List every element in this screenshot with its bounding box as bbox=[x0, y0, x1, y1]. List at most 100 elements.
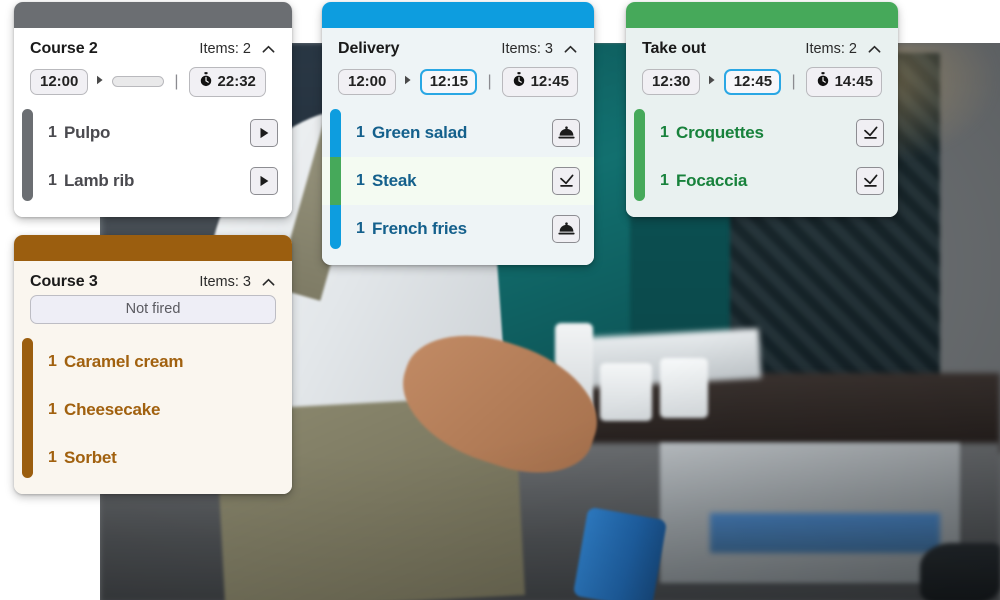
card-title: Take out bbox=[642, 40, 706, 57]
accent-segment bbox=[22, 386, 33, 434]
item-quantity: 1 bbox=[356, 219, 365, 237]
accent-bar bbox=[634, 108, 645, 201]
card-body: Course 3 Items: 3 Not fired 1 Caramel cream 1… bbox=[14, 261, 292, 494]
item-name: Pulpo bbox=[64, 122, 111, 142]
card-title: Delivery bbox=[338, 40, 400, 57]
ticket-card-delivery[interactable]: Delivery Items: 3 12:00 12:15 | 12:45 1 Green s… bbox=[322, 2, 594, 265]
item-name: Caramel cream bbox=[64, 352, 184, 371]
item-name: Green salad bbox=[372, 122, 468, 142]
countdown-timer-value: 14:45 bbox=[834, 72, 873, 90]
item-name: Sorbet bbox=[64, 448, 117, 467]
target-time-chip[interactable]: 12:45 bbox=[723, 68, 782, 96]
card-color-bar bbox=[14, 235, 292, 261]
card-body: Take out Items: 2 12:30 12:45 | 14:45 1 Croquet… bbox=[626, 28, 898, 217]
ticket-card-course-3[interactable]: Course 3 Items: 3 Not fired 1 Caramel cream 1… bbox=[14, 235, 292, 494]
item-name: French fries bbox=[372, 218, 467, 238]
divider: | bbox=[791, 72, 796, 90]
item-row[interactable]: 1 Focaccia bbox=[626, 157, 898, 205]
divider: | bbox=[487, 72, 492, 90]
cloche-icon bbox=[557, 126, 575, 140]
item-action-button[interactable] bbox=[552, 214, 580, 243]
items-list: 1 Croquettes 1 Focaccia bbox=[626, 108, 898, 205]
chevron-up-icon[interactable] bbox=[867, 42, 882, 57]
item-action-button[interactable] bbox=[552, 118, 580, 147]
check-served-icon bbox=[862, 126, 879, 140]
ticket-card-take-out[interactable]: Take out Items: 2 12:30 12:45 | 14:45 1 Croquet… bbox=[626, 2, 898, 217]
accent-bar bbox=[22, 108, 33, 201]
card-header: Course 3 Items: 3 bbox=[14, 261, 292, 291]
countdown-timer-value: 22:32 bbox=[217, 72, 256, 90]
accent-segment bbox=[22, 108, 33, 157]
stopwatch-icon bbox=[816, 72, 830, 91]
card-title: Course 3 bbox=[30, 273, 98, 290]
item-name: Focaccia bbox=[676, 170, 748, 190]
divider: | bbox=[174, 72, 179, 90]
item-quantity: 1 bbox=[356, 123, 365, 141]
accent-segment bbox=[22, 156, 33, 201]
items-list: 1 Green salad 1 Steak 1 French fries bbox=[322, 108, 594, 253]
accent-segment bbox=[330, 204, 341, 249]
countdown-timer-chip[interactable]: 12:45 bbox=[501, 67, 578, 97]
item-quantity: 1 bbox=[48, 401, 57, 418]
card-bottom-spacer bbox=[14, 482, 292, 494]
items-count: Items: 3 bbox=[199, 274, 251, 290]
accent-bar bbox=[330, 108, 341, 249]
accent-segment bbox=[330, 156, 341, 205]
card-header: Delivery Items: 3 bbox=[322, 28, 594, 58]
card-title: Course 2 bbox=[30, 40, 98, 57]
countdown-timer-value: 12:45 bbox=[530, 72, 569, 90]
start-time-chip[interactable]: 12:00 bbox=[30, 68, 89, 96]
chevron-up-icon[interactable] bbox=[563, 42, 578, 57]
item-action-button[interactable] bbox=[856, 166, 884, 195]
target-time-chip[interactable]: 12:15 bbox=[419, 68, 478, 96]
stopwatch-icon bbox=[512, 72, 526, 91]
card-color-bar bbox=[14, 2, 292, 28]
item-name: Cheesecake bbox=[64, 400, 161, 419]
item-action-button[interactable] bbox=[856, 118, 884, 147]
item-quantity: 1 bbox=[48, 353, 57, 370]
item-row[interactable]: 1 Pulpo bbox=[14, 109, 292, 157]
item-row[interactable]: 1 Caramel cream bbox=[14, 338, 292, 386]
chevron-up-icon[interactable] bbox=[261, 275, 276, 290]
play-icon bbox=[259, 175, 270, 187]
item-row[interactable]: 1 Steak bbox=[322, 156, 594, 205]
accent-segment bbox=[22, 434, 33, 478]
play-icon bbox=[259, 127, 270, 139]
time-row: 12:30 12:45 | 14:45 bbox=[626, 58, 898, 109]
item-quantity: 1 bbox=[356, 171, 365, 189]
start-time-chip[interactable]: 12:30 bbox=[642, 68, 700, 96]
time-row: 12:00 12:15 | 12:45 bbox=[322, 58, 594, 109]
item-row[interactable]: 1 Green salad bbox=[322, 109, 594, 157]
arrow-right-icon bbox=[95, 75, 105, 88]
item-action-button[interactable] bbox=[250, 166, 278, 195]
item-row[interactable]: 1 Lamb rib bbox=[14, 157, 292, 205]
accent-segment bbox=[634, 108, 645, 157]
accent-segment bbox=[634, 156, 645, 201]
items-list: 1 Pulpo 1 Lamb rib bbox=[14, 108, 292, 205]
card-bottom-spacer bbox=[14, 205, 292, 217]
item-row[interactable]: 1 Sorbet bbox=[14, 434, 292, 482]
card-body: Course 2 Items: 2 12:00 | 22:32 1 Pulpo 1 Lamb r… bbox=[14, 28, 292, 217]
item-action-button[interactable] bbox=[250, 118, 278, 147]
accent-segment bbox=[330, 108, 341, 157]
item-row[interactable]: 1 Cheesecake bbox=[14, 386, 292, 434]
item-quantity: 1 bbox=[660, 123, 669, 141]
start-time-chip[interactable]: 12:00 bbox=[338, 68, 396, 96]
card-bottom-spacer bbox=[322, 253, 594, 265]
card-bottom-spacer bbox=[626, 205, 898, 217]
chevron-up-icon[interactable] bbox=[261, 42, 276, 57]
target-time-chip[interactable] bbox=[112, 76, 165, 88]
countdown-timer-chip[interactable]: 14:45 bbox=[805, 67, 882, 97]
accent-segment bbox=[22, 338, 33, 386]
countdown-timer-chip[interactable]: 22:32 bbox=[188, 67, 266, 97]
items-count: Items: 2 bbox=[199, 41, 251, 57]
ticket-card-course-2[interactable]: Course 2 Items: 2 12:00 | 22:32 1 Pulpo 1 Lamb r… bbox=[14, 2, 292, 217]
item-row[interactable]: 1 French fries bbox=[322, 205, 594, 253]
card-color-bar bbox=[322, 2, 594, 28]
item-row[interactable]: 1 Croquettes bbox=[626, 109, 898, 157]
screen: Course 2 Items: 2 12:00 | 22:32 1 Pulpo 1 Lamb r… bbox=[0, 0, 1000, 600]
check-served-icon bbox=[862, 174, 879, 188]
item-quantity: 1 bbox=[48, 449, 57, 466]
status-badge[interactable]: Not fired bbox=[30, 295, 276, 324]
item-action-button[interactable] bbox=[552, 166, 580, 195]
